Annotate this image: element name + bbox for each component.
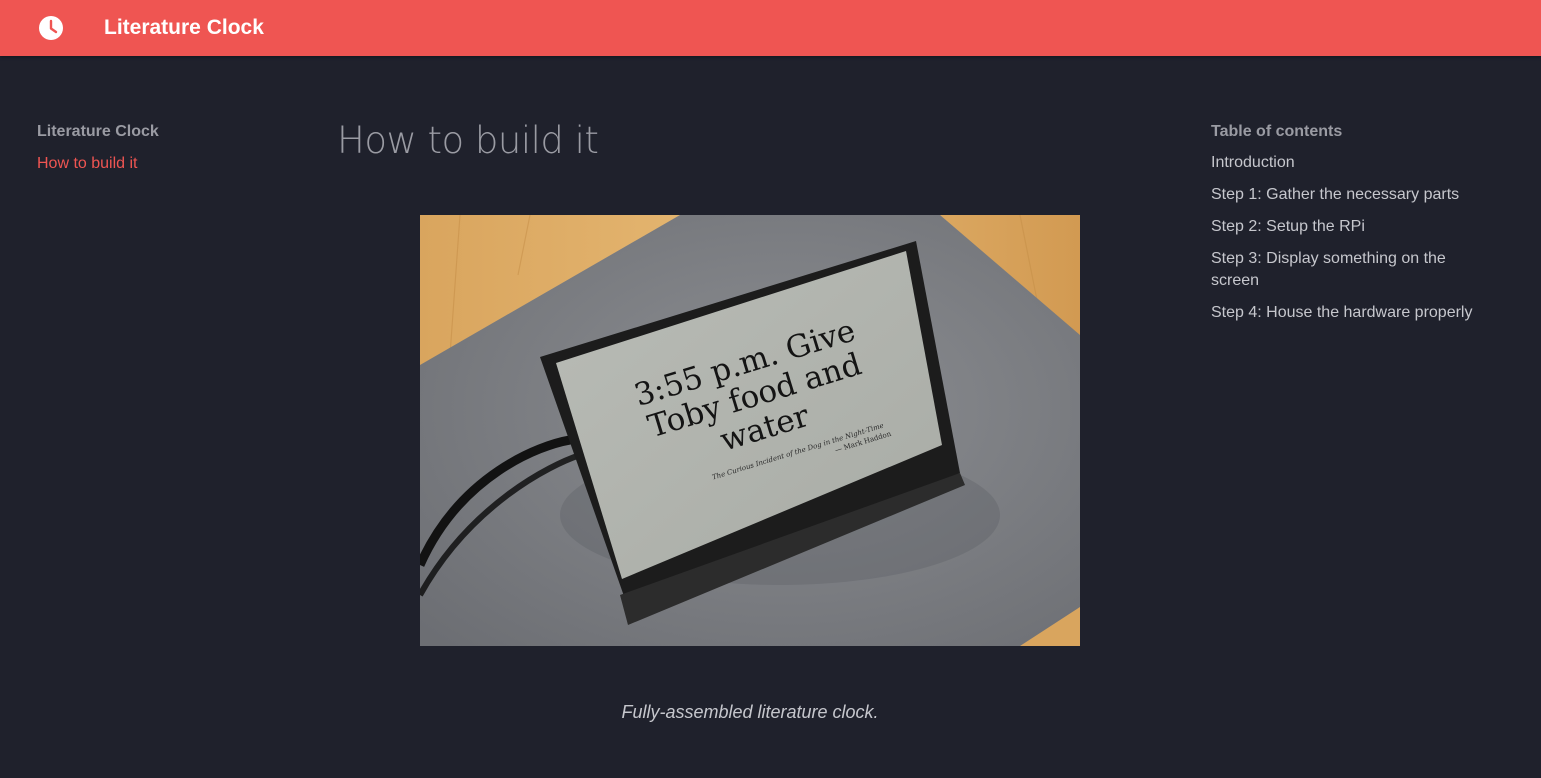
table-of-contents: Table of contents Introduction Step 1: G… [1211, 122, 1481, 324]
site-title[interactable]: Literature Clock [104, 14, 264, 42]
top-app-bar: Literature Clock [0, 0, 1541, 56]
toc-item-introduction[interactable]: Introduction [1211, 152, 1481, 174]
sidebar-nav: Literature Clock How to build it [37, 122, 267, 174]
sidebar-section-title[interactable]: Literature Clock [37, 122, 267, 142]
sidebar-item-how-to-build-it[interactable]: How to build it [37, 154, 267, 174]
figure-caption: Fully-assembled literature clock. [621, 702, 879, 722]
clock-icon[interactable] [38, 15, 64, 41]
toc-item-step-2[interactable]: Step 2: Setup the RPi [1211, 216, 1481, 238]
toc-item-step-4[interactable]: Step 4: House the hardware properly [1211, 302, 1481, 324]
clock-photo: 3:55 p.m. Give Toby food and water The C… [420, 215, 1080, 646]
page-title: How to build it [337, 119, 599, 162]
toc-title: Table of contents [1211, 123, 1343, 140]
toc-item-step-3[interactable]: Step 3: Display something on the screen [1211, 248, 1481, 292]
toc-item-step-1[interactable]: Step 1: Gather the necessary parts [1211, 184, 1481, 206]
